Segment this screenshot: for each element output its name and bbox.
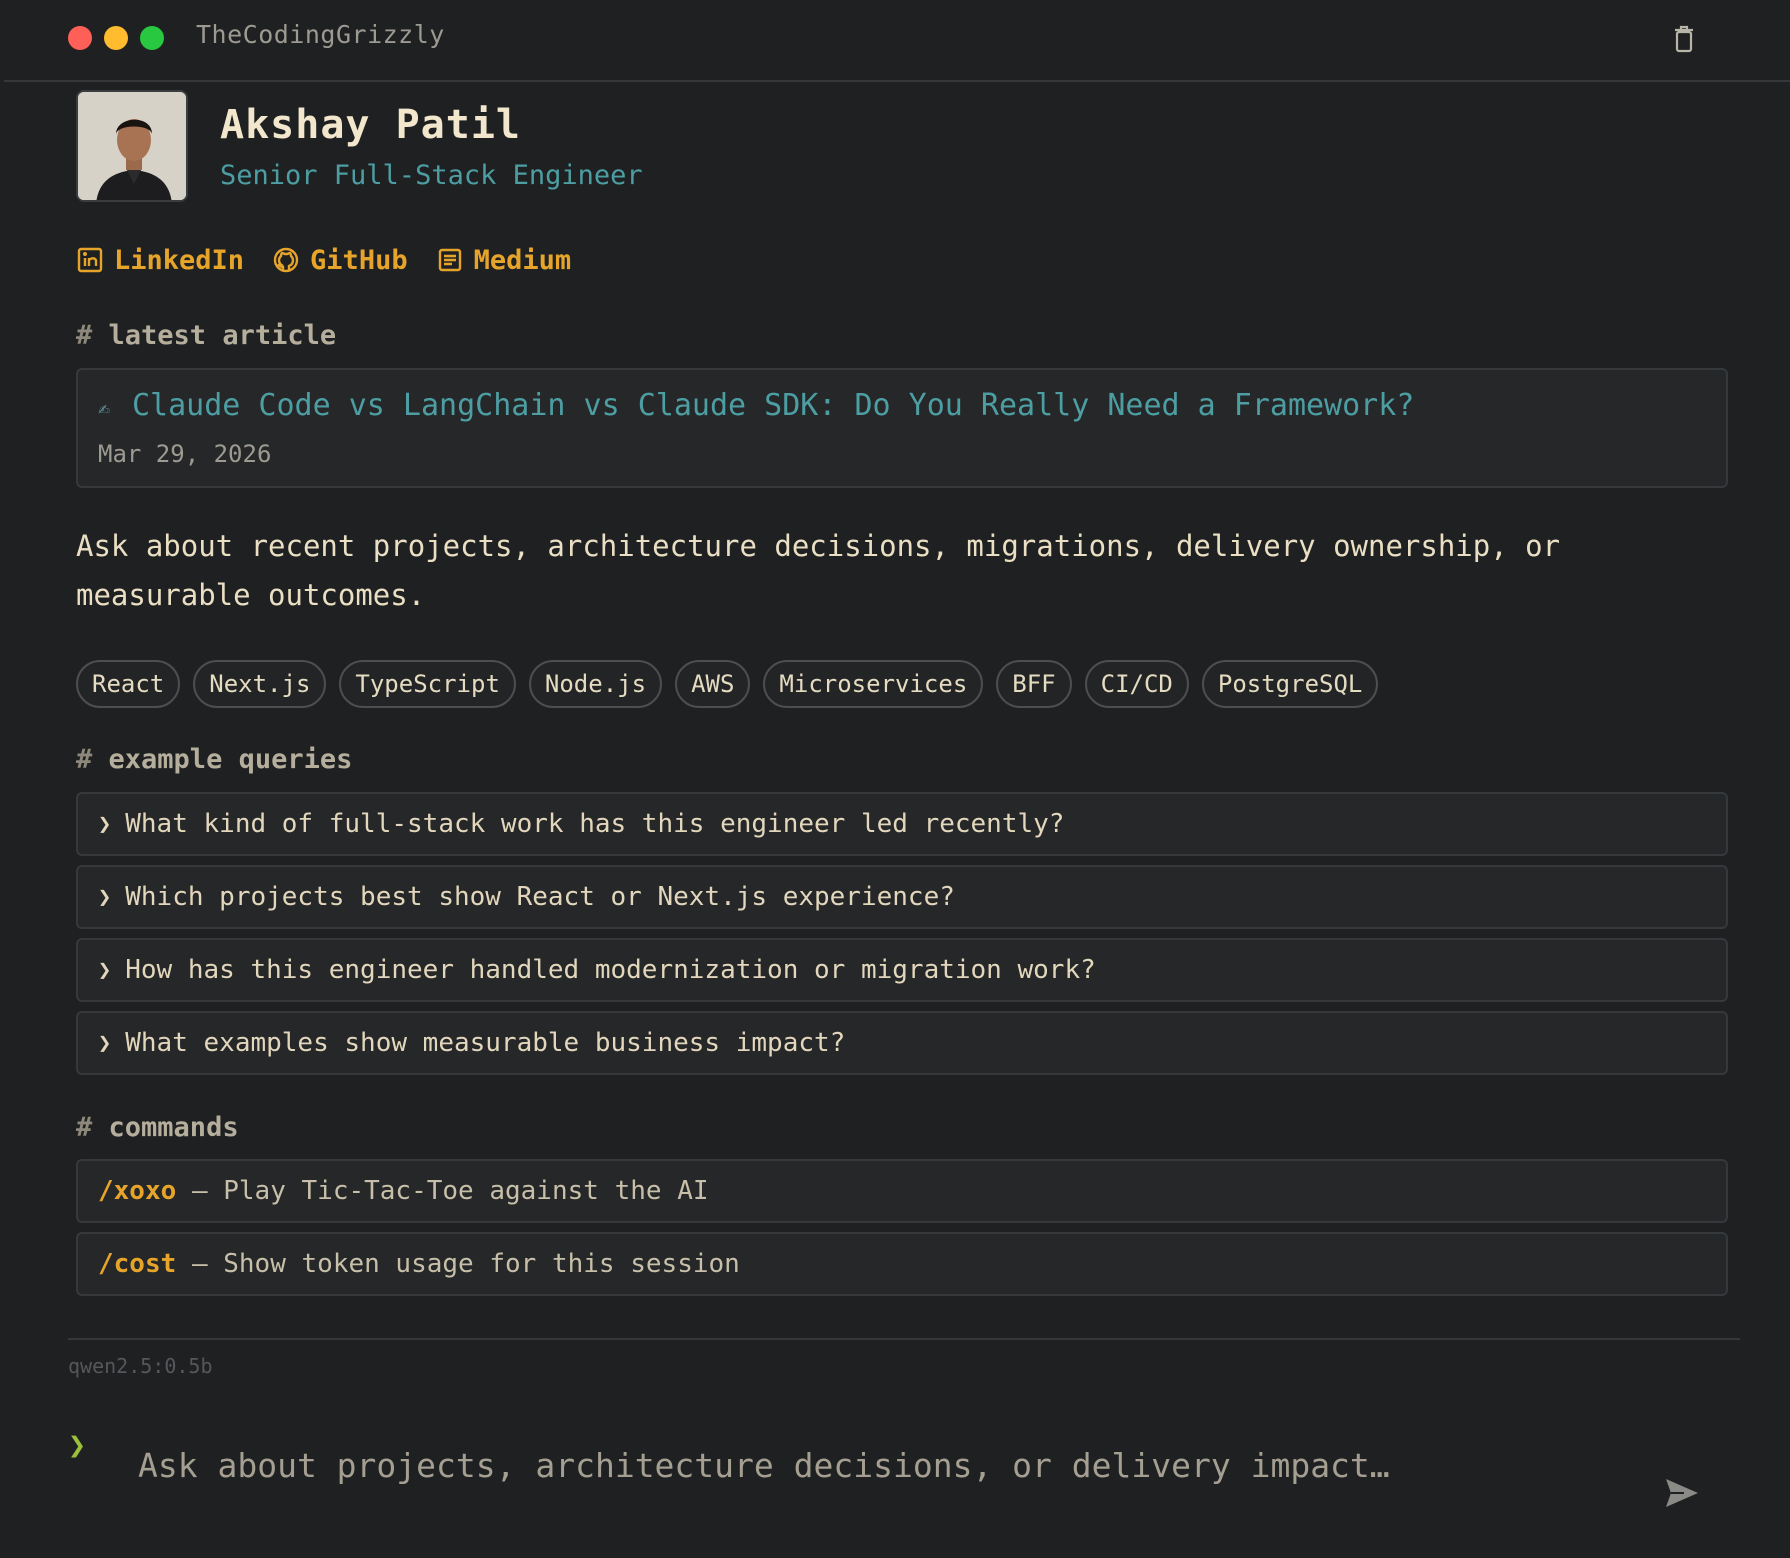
command-cost[interactable]: /cost — Show token usage for this sessio…: [76, 1232, 1728, 1296]
maximize-window-button[interactable]: [140, 26, 164, 50]
tag-chip[interactable]: React: [76, 660, 181, 708]
social-links: LinkedIn GitHub Medium: [76, 240, 571, 280]
linkedin-icon: [77, 247, 103, 273]
tag-chip[interactable]: TypeScript: [339, 660, 516, 708]
send-icon[interactable]: [1664, 1476, 1700, 1510]
tag-chip[interactable]: BFF: [996, 660, 1072, 708]
tag-chip[interactable]: Next.js: [193, 660, 327, 708]
prompt-chevron-icon: ❯: [68, 1428, 87, 1463]
section-heading-latest-article: # latest article: [76, 320, 337, 351]
model-label: qwen2.5:0.5b: [68, 1354, 213, 1378]
document-icon: [438, 248, 461, 272]
chat-input[interactable]: [138, 1440, 1638, 1490]
example-query[interactable]: ❯ What kind of full-stack work has this …: [76, 792, 1728, 856]
tag-chip[interactable]: CI/CD: [1084, 660, 1189, 708]
profile-role: Senior Full-Stack Engineer: [220, 160, 643, 191]
example-query[interactable]: ❯ What examples show measurable business…: [76, 1011, 1728, 1075]
chevron-right-icon: ❯: [98, 957, 112, 983]
avatar: [76, 90, 188, 202]
example-query[interactable]: ❯ Which projects best show React or Next…: [76, 865, 1728, 929]
section-heading-example-queries: # example queries: [76, 744, 353, 775]
commands-list: /xoxo — Play Tic-Tac-Toe against the AI …: [76, 1159, 1728, 1305]
command-description: — Show token usage for this session: [191, 1249, 740, 1279]
command-name: /cost: [98, 1249, 177, 1279]
github-icon: [273, 247, 299, 273]
example-query[interactable]: ❯ How has this engineer handled moderniz…: [76, 938, 1728, 1002]
example-queries-list: ❯ What kind of full-stack work has this …: [76, 792, 1728, 1084]
pencil-icon: ✍: [98, 396, 111, 420]
minimize-window-button[interactable]: [104, 26, 128, 50]
tag-chip[interactable]: Microservices: [763, 660, 984, 708]
tech-tags: React Next.js TypeScript Node.js AWS Mic…: [76, 660, 1379, 708]
close-window-button[interactable]: [68, 26, 92, 50]
article-title[interactable]: Claude Code vs LangChain vs Claude SDK: …: [132, 388, 1414, 423]
medium-link[interactable]: Medium: [436, 244, 572, 276]
article-date: Mar 29, 2026: [98, 440, 272, 468]
chevron-right-icon: ❯: [98, 884, 112, 910]
github-label: GitHub: [310, 244, 408, 276]
chevron-right-icon: ❯: [98, 811, 112, 837]
window-title: TheCodingGrizzly: [196, 20, 445, 49]
chevron-right-icon: ❯: [98, 1030, 112, 1056]
command-xoxo[interactable]: /xoxo — Play Tic-Tac-Toe against the AI: [76, 1159, 1728, 1223]
github-link[interactable]: GitHub: [272, 245, 408, 276]
trash-icon[interactable]: [1672, 24, 1696, 54]
tag-chip[interactable]: AWS: [675, 660, 751, 708]
title-bar: TheCodingGrizzly: [4, 0, 1790, 82]
intro-text: Ask about recent projects, architecture …: [76, 529, 1561, 612]
command-description: — Play Tic-Tac-Toe against the AI: [191, 1176, 709, 1206]
linkedin-link[interactable]: LinkedIn: [76, 245, 244, 276]
tag-chip[interactable]: PostgreSQL: [1201, 660, 1379, 708]
tag-chip[interactable]: Node.js: [528, 660, 663, 708]
medium-label: Medium: [473, 244, 572, 276]
command-name: /xoxo: [98, 1176, 177, 1206]
divider: [68, 1338, 1740, 1340]
linkedin-label: LinkedIn: [114, 244, 245, 276]
profile-name: Akshay Patil: [220, 102, 521, 148]
section-heading-commands: # commands: [76, 1112, 239, 1143]
latest-article-card[interactable]: ✍ Claude Code vs LangChain vs Claude SDK…: [76, 368, 1728, 488]
